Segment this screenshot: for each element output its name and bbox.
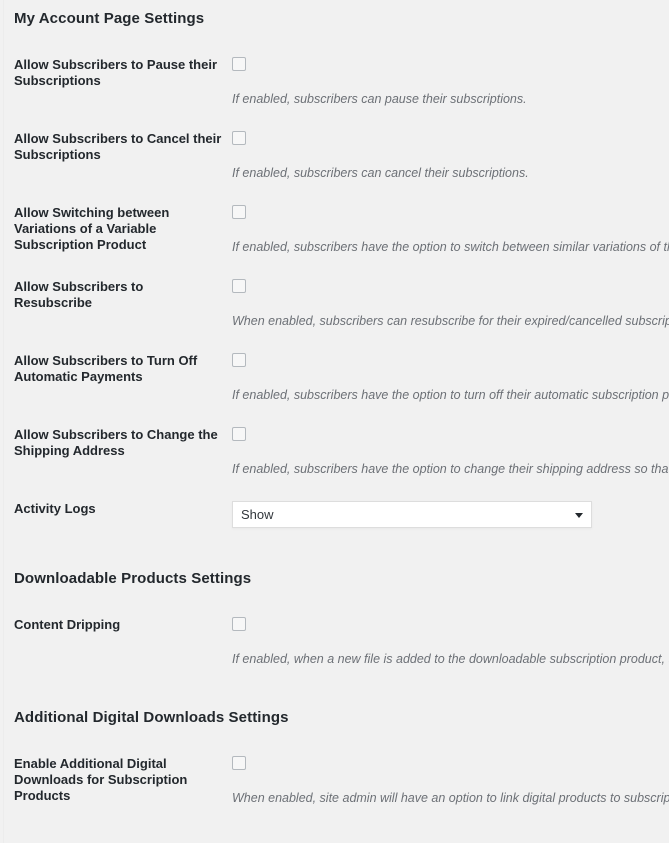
setting-description-enable-additional-digital-downloads: When enabled, site admin will have an op…	[232, 791, 669, 805]
checkbox-change-shipping-address[interactable]	[232, 427, 246, 441]
checkbox-turn-off-automatic-payments[interactable]	[232, 353, 246, 367]
setting-control-cell: If enabled, subscribers can pause their …	[232, 45, 669, 119]
spacer-before-heading-2	[0, 540, 669, 570]
table-row: Allow Subscribers to Pause their Subscri…	[0, 45, 669, 119]
settings-table-downloadable: Content Dripping If enabled, when a new …	[0, 605, 669, 679]
table-row: Allow Subscribers to Change the Shipping…	[0, 415, 669, 489]
settings-page: My Account Page Settings Allow Subscribe…	[0, 0, 669, 818]
table-row: Activity Logs Show Hide	[0, 489, 669, 540]
setting-label-turn-off-automatic-payments: Allow Subscribers to Turn Off Automatic …	[14, 353, 198, 384]
activity-logs-select-wrapper: Show Hide	[232, 501, 592, 528]
section-header-my-account: My Account Page Settings	[0, 10, 669, 27]
setting-description-turn-off-automatic-payments: If enabled, subscribers have the option …	[232, 388, 669, 402]
setting-description-allow-resubscribe: When enabled, subscribers can resubscrib…	[232, 314, 669, 328]
checkbox-allow-resubscribe[interactable]	[232, 279, 246, 293]
table-row: Allow Subscribers to Resubscribe When en…	[0, 267, 669, 341]
section-header-additional-downloads: Additional Digital Downloads Settings	[0, 709, 669, 726]
spacer-after-heading-1	[0, 27, 669, 45]
setting-description-allow-pause: If enabled, subscribers can pause their …	[232, 92, 527, 106]
setting-label-activity-logs: Activity Logs	[14, 501, 96, 516]
setting-label-content-dripping: Content Dripping	[14, 617, 121, 632]
section-header-downloadable: Downloadable Products Settings	[0, 570, 669, 587]
checkbox-enable-additional-digital-downloads[interactable]	[232, 756, 246, 770]
setting-control-cell: If enabled, when a new file is added to …	[232, 605, 669, 679]
setting-label-allow-resubscribe: Allow Subscribers to Resubscribe	[14, 279, 144, 310]
setting-control-cell: If enabled, subscribers have the option …	[232, 341, 669, 415]
setting-description-allow-cancel: If enabled, subscribers can cancel their…	[232, 166, 529, 180]
section-heading-additional-digital-downloads: Additional Digital Downloads Settings	[14, 709, 289, 726]
checkbox-allow-pause[interactable]	[232, 57, 246, 71]
setting-control-cell: If enabled, subscribers have the option …	[232, 193, 669, 267]
setting-control-cell: If enabled, subscribers have the option …	[232, 415, 669, 489]
setting-description-change-shipping-address: If enabled, subscribers have the option …	[232, 462, 669, 476]
setting-control-cell: When enabled, subscribers can resubscrib…	[232, 267, 669, 341]
setting-label-allow-cancel: Allow Subscribers to Cancel their Subscr…	[14, 131, 222, 162]
setting-control-cell: If enabled, subscribers can cancel their…	[232, 119, 669, 193]
table-row: Content Dripping If enabled, when a new …	[0, 605, 669, 679]
setting-description-allow-switching: If enabled, subscribers have the option …	[232, 240, 669, 254]
spacer-after-heading-3	[0, 726, 669, 744]
settings-table-additional-downloads: Enable Additional Digital Downloads for …	[0, 744, 669, 818]
checkbox-allow-switching[interactable]	[232, 205, 246, 219]
setting-label-enable-additional-digital-downloads: Enable Additional Digital Downloads for …	[14, 756, 188, 803]
section-heading-downloadable-products: Downloadable Products Settings	[14, 570, 252, 587]
table-row: Allow Switching between Variations of a …	[0, 193, 669, 267]
table-row: Allow Subscribers to Cancel their Subscr…	[0, 119, 669, 193]
setting-control-cell: When enabled, site admin will have an op…	[232, 744, 669, 818]
setting-control-cell: Show Hide	[232, 489, 669, 540]
setting-label-allow-pause: Allow Subscribers to Pause their Subscri…	[14, 57, 217, 88]
spacer-after-heading-2	[0, 587, 669, 605]
setting-description-content-dripping: If enabled, when a new file is added to …	[232, 652, 669, 666]
activity-logs-select[interactable]: Show Hide	[232, 501, 592, 528]
checkbox-allow-cancel[interactable]	[232, 131, 246, 145]
table-row: Allow Subscribers to Turn Off Automatic …	[0, 341, 669, 415]
spacer-top	[0, 0, 669, 10]
settings-table-my-account: Allow Subscribers to Pause their Subscri…	[0, 45, 669, 540]
table-row: Enable Additional Digital Downloads for …	[0, 744, 669, 818]
section-heading-my-account: My Account Page Settings	[14, 10, 205, 27]
checkbox-content-dripping[interactable]	[232, 617, 246, 631]
spacer-before-heading-3	[0, 679, 669, 709]
setting-label-allow-switching: Allow Switching between Variations of a …	[14, 205, 170, 252]
setting-label-change-shipping-address: Allow Subscribers to Change the Shipping…	[14, 427, 218, 458]
